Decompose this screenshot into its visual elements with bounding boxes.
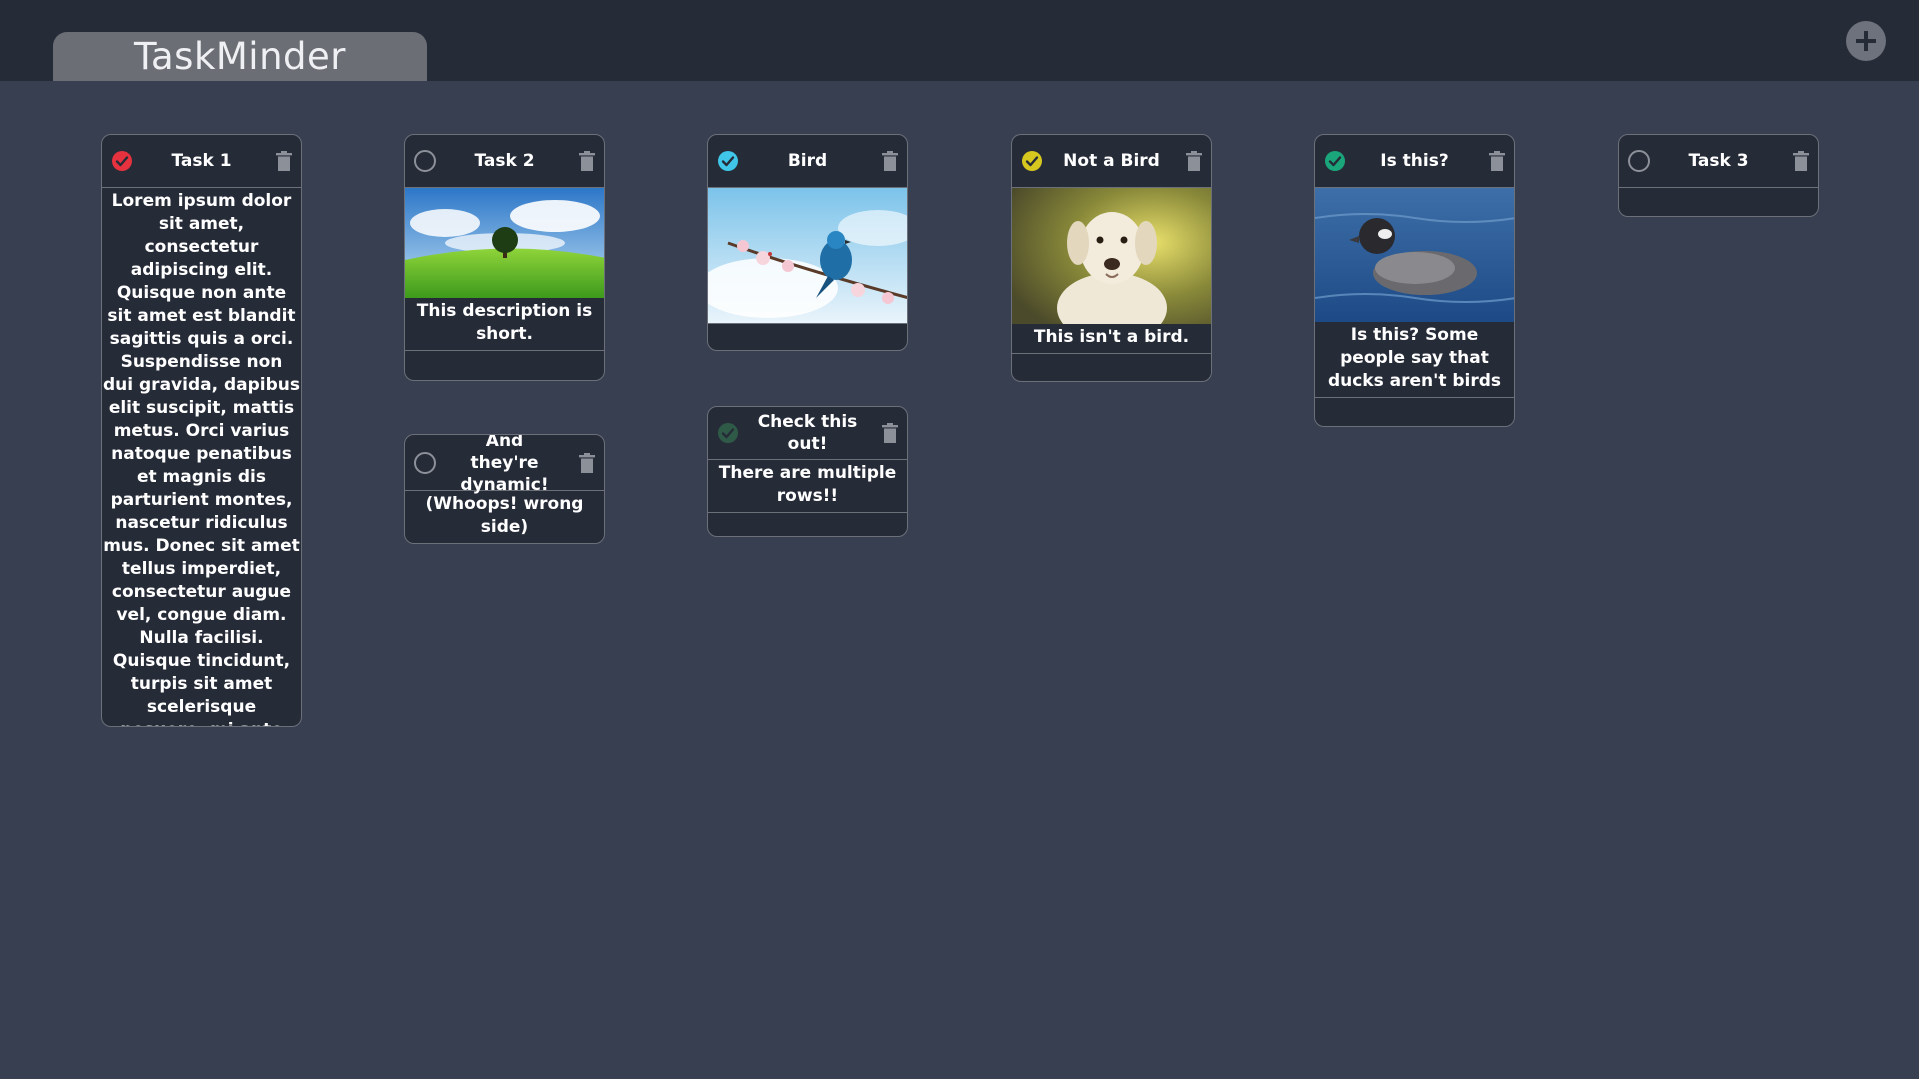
checked-circle-icon[interactable] [717, 150, 739, 172]
task-card: And they're dynamic! (Whoops! wrong side… [404, 434, 605, 544]
task-description: There are multiple rows!! [708, 460, 907, 513]
top-bar: TaskMinder [0, 0, 1919, 81]
task-card: Not a Bird This isn't a bird. [1011, 134, 1212, 382]
task-description: (Whoops! wrong side) [405, 491, 604, 543]
task-card-footer [405, 351, 604, 376]
task-card: Task 1 Lorem ipsum dolor sit amet, conse… [101, 134, 302, 727]
task-card-header: Task 3 [1619, 135, 1818, 188]
trash-icon[interactable] [882, 423, 898, 443]
task-card-header: Bird [708, 135, 907, 188]
task-description: This isn't a bird. [1012, 324, 1211, 354]
checked-circle-icon[interactable] [1324, 150, 1346, 172]
task-card-footer [708, 513, 907, 536]
tree-landscape-image [405, 188, 604, 298]
trash-icon[interactable] [276, 151, 292, 171]
task-card-footer [1619, 188, 1818, 213]
task-card-header: Is this? [1315, 135, 1514, 188]
trash-icon[interactable] [1793, 151, 1809, 171]
task-card: Is this? Is this? Some people say that d… [1314, 134, 1515, 427]
task-card-footer [708, 323, 907, 348]
trash-icon[interactable] [579, 452, 595, 473]
app-title: TaskMinder [134, 35, 346, 78]
task-card: Check this out! There are multiple rows!… [707, 406, 908, 537]
task-title: Task 3 [1688, 151, 1749, 171]
trash-icon[interactable] [1489, 151, 1505, 171]
unchecked-circle-icon[interactable] [414, 451, 436, 474]
plus-circle-icon[interactable] [1846, 21, 1886, 61]
task-card-header: Task 2 [405, 135, 604, 188]
task-title: Task 2 [474, 151, 535, 171]
task-title: Task 1 [171, 151, 232, 171]
task-card-header: Task 1 [102, 135, 301, 188]
duck-image [1315, 188, 1514, 322]
trash-icon[interactable] [1186, 151, 1202, 171]
task-title: Is this? [1380, 151, 1449, 171]
task-title: Check this out! [757, 412, 858, 454]
task-description: This description is short. [405, 298, 604, 351]
task-card: Task 2 This description is short. [404, 134, 605, 381]
task-title: And they're dynamic! [460, 434, 549, 495]
task-card-header: Check this out! [708, 407, 907, 460]
task-description: Is this? Some people say that ducks aren… [1315, 322, 1514, 398]
task-card-footer [1315, 398, 1514, 423]
bird-image [708, 188, 907, 323]
trash-icon[interactable] [882, 151, 898, 171]
unchecked-circle-icon[interactable] [414, 150, 436, 172]
checked-circle-icon[interactable] [717, 422, 739, 444]
checked-circle-icon[interactable] [1021, 150, 1043, 172]
trash-icon[interactable] [579, 151, 595, 171]
app-title-tab: TaskMinder [53, 32, 427, 81]
task-card-footer [1012, 354, 1211, 379]
task-card-header: And they're dynamic! [405, 435, 604, 495]
task-title: Bird [787, 151, 828, 171]
task-title: Not a Bird [1063, 151, 1160, 171]
unchecked-circle-icon[interactable] [1628, 150, 1650, 172]
task-card-header: Not a Bird [1012, 135, 1211, 188]
task-description: Lorem ipsum dolor sit amet, consectetur … [102, 188, 301, 726]
checked-circle-icon[interactable] [111, 150, 133, 172]
task-card: Task 3 [1618, 134, 1819, 217]
dog-image [1012, 188, 1211, 324]
task-card: Bird [707, 134, 908, 351]
